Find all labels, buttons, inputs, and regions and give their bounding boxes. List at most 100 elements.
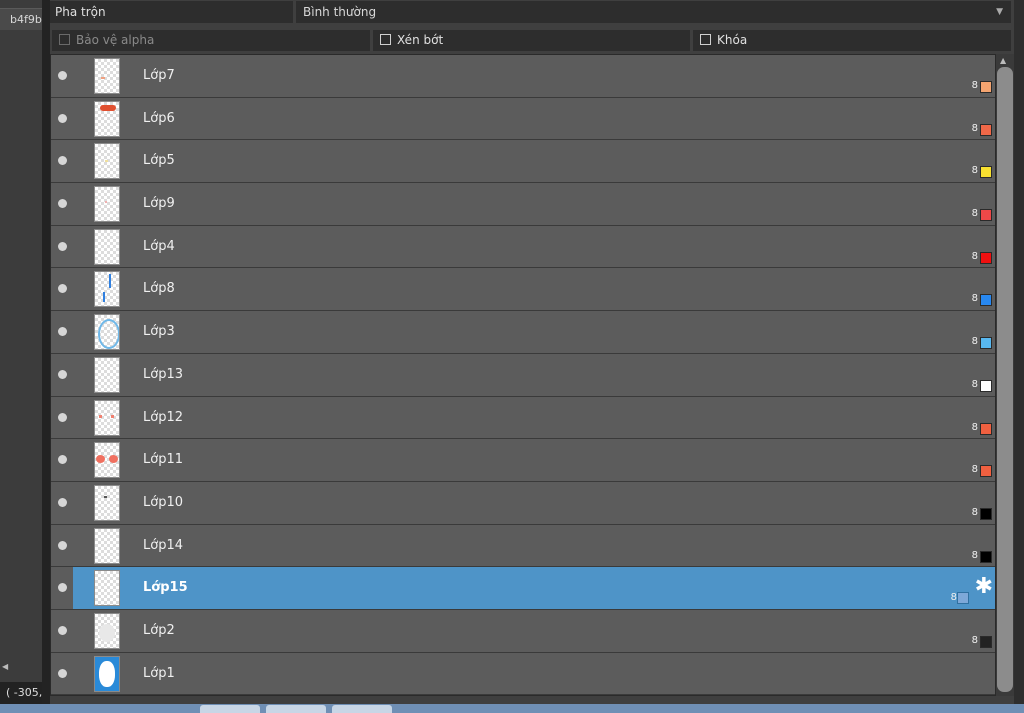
layer-opacity: 8 [971,506,978,518]
layer-color-swatch[interactable] [980,209,992,222]
checkbox-icon [380,34,391,45]
blend-mode-value: Bình thường [303,5,377,19]
layer-opacity: 8 [971,634,978,646]
visibility-toggle-icon[interactable] [58,412,67,422]
layer-name: Lớp10 [143,494,183,510]
layer-opacity: 8 [971,250,978,262]
layer-name: Lớp6 [143,110,175,126]
layer-row[interactable]: Lớp14 8 [51,524,995,568]
layer-color-swatch[interactable] [980,635,992,648]
layer-color-swatch[interactable] [980,379,992,392]
visibility-toggle-icon[interactable] [58,369,67,379]
coordinates-readout: ( -305, [0,682,42,704]
layer-thumbnail [94,442,120,479]
visibility-toggle-icon[interactable] [58,497,67,507]
layer-color-swatch[interactable] [980,507,992,520]
layer-color-swatch[interactable] [980,337,992,350]
layer-opacity: 8 [971,165,978,177]
layer-color-swatch[interactable] [980,166,992,179]
layer-color-swatch[interactable] [980,465,992,478]
layer-row[interactable]: Lớp13 8 [51,353,995,397]
layer-row[interactable]: Lớp15 8 ✱ [51,567,995,610]
taskbar [0,704,1024,713]
scroll-up-arrow-icon[interactable]: ▲ [1000,56,1006,65]
layer-row[interactable]: Lớp8 8 [51,268,995,312]
clip-label: Xén bớt [397,33,444,47]
blend-mode-select[interactable]: Bình thường ▼ [296,1,1011,23]
layer-opacity: 8 [971,293,978,305]
clip-checkbox[interactable]: Xén bớt [373,30,690,51]
thumbnail-content [99,660,115,687]
layer-opacity: 8 [971,464,978,476]
panel-divider[interactable] [42,0,50,713]
thumbnail-content [105,160,108,163]
layer-list: Lớp7 8 Lớp6 8 Lớp5 8 Lớp9 8 Lớp4 8 Lớp8 8 Lớp3 8 Lớp13… [50,54,996,696]
visibility-toggle-icon[interactable] [58,156,67,166]
layer-row[interactable]: Lớp7 8 [51,55,995,98]
visibility-toggle-icon[interactable] [58,625,67,635]
protect-alpha-checkbox[interactable]: Bảo vệ alpha [52,30,370,51]
scroll-left-arrow-icon[interactable]: ◀ [2,662,8,671]
layer-row[interactable]: Lớp1 [51,652,995,695]
layer-row[interactable]: Lớp4 8 [51,225,995,269]
layer-row[interactable]: Lớp11 8 [51,439,995,482]
visibility-toggle-icon[interactable] [58,540,67,550]
thumbnail-content [99,623,115,642]
layer-thumbnail [94,655,120,692]
layer-thumbnail [94,143,120,180]
layer-row[interactable]: Lớp12 8 [51,396,995,440]
visibility-toggle-icon[interactable] [58,241,67,251]
layer-opacity: 8 [971,421,978,433]
taskbar-button[interactable] [200,705,260,713]
gear-icon[interactable]: ✱ [975,576,993,598]
layer-thumbnail [94,100,120,137]
visibility-toggle-icon[interactable] [58,71,67,80]
layer-list-scrollbar[interactable]: ▲ [996,54,1014,696]
left-side-panel: b4f9b ◀ ( -305, [0,0,43,713]
layer-color-swatch[interactable] [980,123,992,136]
thumbnail-content [109,274,111,289]
layer-name: Lớp8 [143,281,175,297]
lock-label: Khóa [717,33,748,47]
layer-thumbnail [94,271,120,308]
visibility-toggle-icon[interactable] [58,113,67,123]
layer-row[interactable]: Lớp3 8 [51,311,995,354]
layer-color-swatch[interactable] [980,81,992,93]
thumbnail-content [96,455,105,464]
layer-thumbnail [94,58,120,94]
layer-opacity: 8 [971,122,978,134]
layer-color-swatch[interactable] [957,592,969,605]
visibility-toggle-icon[interactable] [58,455,67,465]
thumbnail-content [101,77,105,79]
visibility-toggle-icon[interactable] [58,668,67,678]
dropdown-arrow-icon: ▼ [996,7,1003,17]
layer-color-swatch[interactable] [980,294,992,307]
scrollbar-thumb[interactable] [997,67,1013,692]
layer-thumbnail [94,228,120,265]
layer-row[interactable]: Lớp6 8 [51,97,995,141]
taskbar-button[interactable] [266,705,326,713]
thumbnail-content [104,495,107,498]
layer-thumbnail [94,612,120,649]
layer-color-swatch[interactable] [980,251,992,264]
layer-name: Lớp7 [143,68,175,83]
layer-row[interactable]: Lớp10 8 [51,481,995,525]
layer-row[interactable]: Lớp5 8 [51,140,995,184]
layer-row[interactable]: Lớp2 8 [51,609,995,653]
visibility-toggle-icon[interactable] [58,199,67,209]
layer-thumbnail [94,356,120,393]
taskbar-button[interactable] [332,705,392,713]
layer-color-swatch[interactable] [980,422,992,435]
thumbnail-content [111,414,114,418]
visibility-toggle-icon[interactable] [58,583,67,593]
document-tab[interactable]: b4f9b [0,8,42,30]
layer-name: Lớp9 [143,196,175,212]
lock-checkbox[interactable]: Khóa [693,30,1011,51]
thumbnail-content [99,414,102,418]
visibility-toggle-icon[interactable] [58,284,67,294]
layer-color-swatch[interactable] [980,550,992,563]
thumbnail-content [105,201,107,204]
visibility-toggle-icon[interactable] [58,327,67,337]
thumbnail-content [109,455,118,464]
layer-row[interactable]: Lớp9 8 [51,183,995,226]
